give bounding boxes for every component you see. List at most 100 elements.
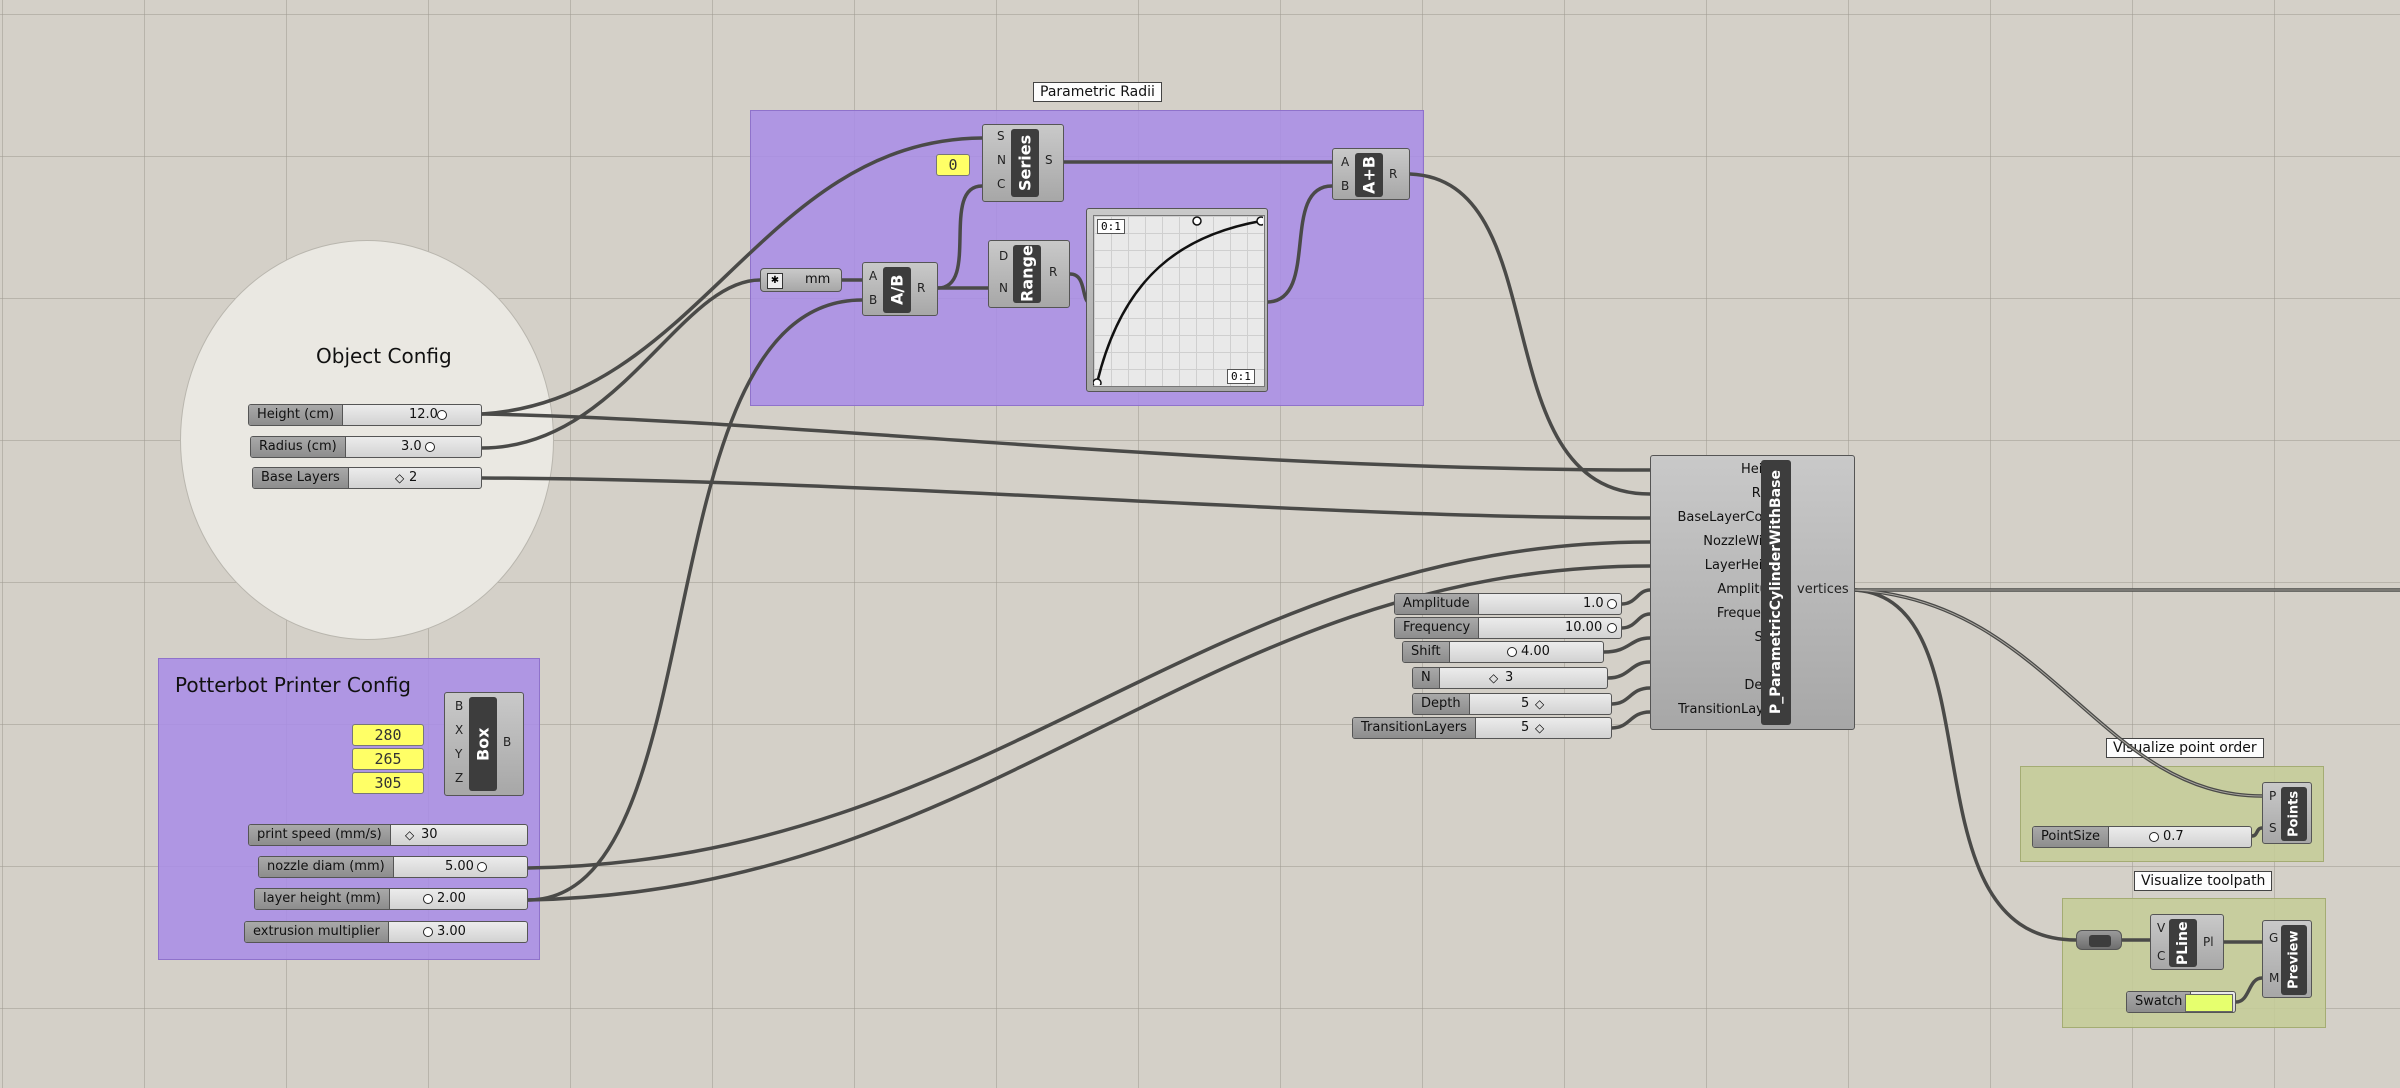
add-label: A+B bbox=[1355, 153, 1383, 197]
series-input-s: S bbox=[997, 129, 1005, 143]
points-input-p: P bbox=[2269, 789, 2277, 803]
depth-slider[interactable]: Depth 5 ◇ bbox=[1412, 693, 1612, 715]
depth-label: Depth bbox=[1413, 694, 1470, 714]
layer-height-label: layer height (mm) bbox=[255, 889, 390, 909]
box-component[interactable]: B X Y Z Box B bbox=[444, 692, 524, 796]
transition-label: TransitionLayers bbox=[1353, 718, 1476, 738]
nozzle-diam-label: nozzle diam (mm) bbox=[259, 857, 394, 877]
base-layers-slider[interactable]: Base Layers ◇ 2 bbox=[252, 467, 482, 489]
shift-value: 4.00 bbox=[1521, 644, 1550, 659]
main-label: P_ParametricCylinderWithBase bbox=[1761, 460, 1791, 725]
box-label: Box bbox=[469, 697, 497, 791]
shift-grip[interactable] bbox=[1507, 647, 1517, 657]
range-component[interactable]: D N Range R bbox=[988, 240, 1070, 308]
amplitude-label: Amplitude bbox=[1395, 594, 1479, 614]
base-layers-grip[interactable]: ◇ bbox=[395, 471, 404, 485]
frequency-label: Frequency bbox=[1395, 618, 1480, 638]
pline-component[interactable]: V C PLine Pl bbox=[2150, 914, 2224, 970]
shift-label: Shift bbox=[1403, 642, 1450, 662]
divide-input-b: B bbox=[869, 293, 878, 307]
pointsize-value: 0.7 bbox=[2163, 829, 2184, 844]
points-label: Points bbox=[2281, 787, 2307, 841]
series-output-s: S bbox=[1045, 153, 1053, 167]
pointsize-slider[interactable]: PointSize 0.7 bbox=[2032, 826, 2252, 848]
depth-grip[interactable]: ◇ bbox=[1535, 697, 1544, 711]
add-output-r: R bbox=[1389, 167, 1398, 181]
box-y-panel[interactable]: 265 bbox=[352, 748, 424, 770]
pline-output-pl: Pl bbox=[2203, 935, 2214, 949]
preview-input-g: G bbox=[2269, 931, 2279, 945]
height-slider[interactable]: Height (cm) 12.0 bbox=[248, 404, 482, 426]
divide-component[interactable]: A B A/B R bbox=[862, 262, 938, 316]
transition-grip[interactable]: ◇ bbox=[1535, 721, 1544, 735]
relay-node[interactable] bbox=[2076, 930, 2122, 950]
frequency-slider[interactable]: Frequency 10.00 bbox=[1394, 617, 1622, 639]
nozzle-diam-slider[interactable]: nozzle diam (mm) 5.00 bbox=[258, 856, 528, 878]
radius-slider[interactable]: Radius (cm) 3.0 bbox=[250, 436, 482, 458]
layer-height-grip[interactable] bbox=[423, 894, 433, 904]
print-speed-slider[interactable]: print speed (mm/s) ◇ 30 bbox=[248, 824, 528, 846]
series-component[interactable]: S N C Series S bbox=[982, 124, 1064, 202]
unit-icon: ✱ bbox=[767, 273, 783, 289]
n-grip[interactable]: ◇ bbox=[1489, 671, 1498, 685]
box-x-panel[interactable]: 280 bbox=[352, 724, 424, 746]
range-output-r: R bbox=[1049, 265, 1058, 279]
main-output-vertices: vertices bbox=[1797, 582, 1849, 597]
parametric-cylinder-component[interactable]: Height Radii BaseLayerCount NozzleWidth … bbox=[1650, 455, 1855, 730]
box-z-panel[interactable]: 305 bbox=[352, 772, 424, 794]
points-component[interactable]: P S Points bbox=[2262, 782, 2312, 844]
graph-mapper[interactable]: 0:1 0:1 bbox=[1086, 208, 1268, 392]
add-input-a: A bbox=[1341, 155, 1350, 169]
extrusion-slider[interactable]: extrusion multiplier 3.00 bbox=[244, 921, 528, 943]
extrusion-grip[interactable] bbox=[423, 927, 433, 937]
range-label: Range bbox=[1013, 245, 1041, 303]
print-speed-grip[interactable]: ◇ bbox=[405, 828, 414, 842]
n-value: 3 bbox=[1505, 670, 1514, 685]
height-slider-grip[interactable] bbox=[437, 410, 447, 420]
frequency-value: 10.00 bbox=[1565, 620, 1603, 635]
wire-n-to-main bbox=[1606, 660, 1652, 680]
wire-swatch-to-preview bbox=[2234, 976, 2264, 1004]
nozzle-diam-value: 5.00 bbox=[445, 859, 474, 874]
add-input-b: B bbox=[1341, 179, 1350, 193]
amplitude-slider[interactable]: Amplitude 1.0 bbox=[1394, 593, 1622, 615]
swatch-color[interactable] bbox=[2185, 994, 2233, 1012]
layer-height-slider[interactable]: layer height (mm) 2.00 bbox=[254, 888, 528, 910]
preview-component[interactable]: G M Preview bbox=[2262, 920, 2312, 998]
wire-amplitude-to-main bbox=[1620, 588, 1652, 606]
nozzle-diam-grip[interactable] bbox=[477, 862, 487, 872]
graph-y-domain: 0:1 bbox=[1227, 369, 1255, 384]
amplitude-value: 1.0 bbox=[1583, 596, 1604, 611]
pline-label: PLine bbox=[2169, 919, 2197, 967]
graph-curve bbox=[1093, 216, 1263, 385]
amplitude-grip[interactable] bbox=[1607, 599, 1617, 609]
pointsize-grip[interactable] bbox=[2149, 832, 2159, 842]
transition-slider[interactable]: TransitionLayers 5 ◇ bbox=[1352, 717, 1612, 739]
height-slider-value: 12.0 bbox=[409, 407, 438, 422]
wire-frequency-to-main bbox=[1620, 612, 1652, 630]
box-input-x: X bbox=[455, 723, 464, 737]
addition-component[interactable]: A B A+B R bbox=[1332, 148, 1410, 200]
unit-component[interactable]: ✱ mm bbox=[760, 268, 842, 292]
preview-label: Preview bbox=[2281, 925, 2307, 995]
unit-label: mm bbox=[805, 272, 831, 287]
pline-input-v: V bbox=[2157, 921, 2166, 935]
radius-slider-grip[interactable] bbox=[425, 442, 435, 452]
divide-input-a: A bbox=[869, 269, 878, 283]
swatch-component[interactable]: Swatch bbox=[2126, 991, 2236, 1013]
n-label: N bbox=[1413, 668, 1440, 688]
divide-label: A/B bbox=[883, 267, 911, 313]
series-n-panel[interactable]: 0 bbox=[936, 154, 970, 176]
series-input-c: C bbox=[997, 177, 1006, 191]
pline-input-c: C bbox=[2157, 949, 2166, 963]
wire-base-to-main bbox=[480, 476, 1652, 520]
wire-vertices-to-relay bbox=[1853, 588, 2078, 942]
wire-pointsize-to-points bbox=[2250, 826, 2264, 838]
print-speed-label: print speed (mm/s) bbox=[249, 825, 391, 845]
swatch-label: Swatch bbox=[2127, 992, 2192, 1012]
shift-slider[interactable]: Shift 4.00 bbox=[1402, 641, 1604, 663]
graph-x-domain: 0:1 bbox=[1097, 219, 1125, 234]
n-slider[interactable]: N ◇ 3 bbox=[1412, 667, 1608, 689]
frequency-grip[interactable] bbox=[1607, 623, 1617, 633]
transition-value: 5 bbox=[1521, 720, 1530, 735]
